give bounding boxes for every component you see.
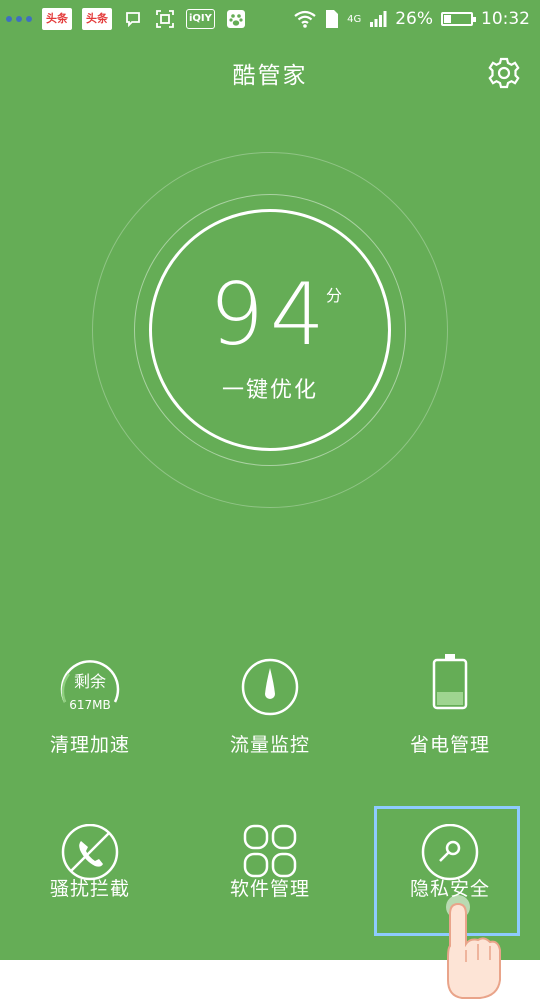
iqiyi-icon: iQIY [186,9,215,29]
baidu-paw-icon [225,8,247,30]
gear-icon[interactable] [487,56,521,90]
tile-clean-speedup[interactable]: 剩余 617MB 清理加速 [0,652,180,802]
network-type: 4G [347,13,362,25]
pointing-hand-icon [447,902,501,999]
battery-percent: 26% [395,9,433,29]
score-unit: 分 [326,286,343,305]
news-app-icon: 头条 [42,8,72,30]
app-screen: 头条 头条 iQIY 4G 26% 10:32 酷管家 94 分 一键优化 剩余… [0,0,540,960]
tile-label: 软件管理 [229,878,310,900]
wifi-icon [294,10,316,28]
tile-traffic-monitor[interactable]: 流量监控 [180,652,360,802]
status-bar: 头条 头条 iQIY 4G 26% 10:32 [0,0,540,38]
system-status: 4G 26% 10:32 [293,6,530,32]
memory-remaining-value: 617MB [69,698,111,712]
traffic-drop-icon [235,652,305,722]
tile-label: 流量监控 [229,734,310,756]
one-click-optimize-button[interactable]: 一键优化 [92,372,448,404]
memory-gauge-icon: 剩余 617MB [55,652,125,722]
message-icon [122,8,144,30]
tile-power-saving[interactable]: 省电管理 [360,652,540,802]
clock: 10:32 [481,9,530,29]
optimize-score-dial[interactable]: 94 分 一键优化 [92,152,448,508]
battery-icon [415,652,485,722]
battery-icon [441,12,476,26]
tile-software-management[interactable]: 软件管理 [180,824,360,974]
tile-label: 清理加速 [49,734,130,756]
tile-label: 省电管理 [409,734,490,756]
tile-label: 骚扰拦截 [49,878,130,900]
memory-remaining-label: 剩余 [73,672,106,691]
news-app-icon-2: 头条 [82,8,112,30]
sim-icon [326,10,339,28]
signal-icon [370,11,387,27]
screenshot-icon [154,8,176,30]
page-title: 酷管家 [232,63,308,89]
notification-icons: 头条 头条 iQIY [6,6,247,32]
battery-fill [444,15,451,23]
more-dots-icon [6,16,32,22]
score-value: 94 [209,265,331,365]
tile-harassment-block[interactable]: 骚扰拦截 [0,823,180,974]
